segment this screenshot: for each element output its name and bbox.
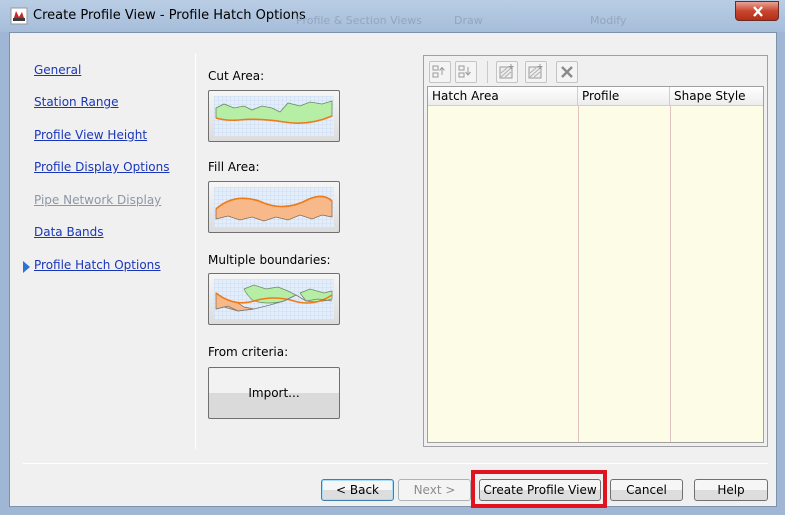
nav-profile-view-height[interactable]: Profile View Height	[34, 128, 147, 142]
cut-area-label: Cut Area:	[208, 69, 265, 83]
dialog-body: General Station Range Profile View Heigh…	[9, 32, 777, 508]
cancel-button[interactable]: Cancel	[610, 479, 683, 501]
close-button[interactable]	[735, 1, 779, 21]
fill-area-button[interactable]	[208, 181, 340, 233]
bg-menu-item: Draw	[454, 14, 483, 27]
fill-area-preview-icon	[214, 187, 334, 227]
nav-profile-display-options[interactable]: Profile Display Options	[34, 160, 169, 174]
delete-hatch-button[interactable]	[556, 61, 578, 83]
cut-area-preview-icon	[214, 96, 334, 136]
nav-station-range[interactable]: Station Range	[34, 95, 119, 109]
fill-area-label: Fill Area:	[208, 160, 260, 174]
column-header-hatch-area[interactable]: Hatch Area	[428, 87, 578, 106]
footer-divider	[23, 463, 768, 464]
from-criteria-label: From criteria:	[208, 345, 289, 359]
create-profile-view-button[interactable]: Create Profile View	[479, 479, 601, 501]
column-header-profile[interactable]: Profile	[578, 87, 670, 106]
help-button[interactable]: Help	[694, 479, 768, 501]
close-icon	[753, 6, 763, 17]
add-hatch-icon	[499, 64, 514, 79]
copy-hatch-button[interactable]	[525, 61, 547, 83]
back-button[interactable]: < Back	[321, 479, 394, 501]
hatch-table-panel: Hatch Area Profile Shape Style	[423, 55, 768, 447]
multiple-boundaries-label: Multiple boundaries:	[208, 253, 331, 267]
multiple-boundaries-preview-icon	[214, 279, 334, 319]
civil3d-app-icon	[10, 7, 28, 25]
next-button: Next >	[398, 479, 471, 501]
column-divider	[578, 106, 579, 442]
copy-hatch-icon	[528, 64, 543, 79]
window-title: Create Profile View - Profile Hatch Opti…	[33, 8, 306, 23]
bg-menu-item: Modify	[590, 14, 627, 27]
import-button[interactable]: Import...	[208, 367, 340, 419]
nav-profile-hatch-options[interactable]: Profile Hatch Options	[34, 258, 161, 272]
nav-data-bands[interactable]: Data Bands	[34, 225, 104, 239]
move-up-icon	[432, 65, 445, 78]
nav-pipe-network-display: Pipe Network Display	[34, 193, 162, 207]
nav-divider	[195, 53, 196, 449]
cut-area-button[interactable]	[208, 90, 340, 142]
column-header-shape-style[interactable]: Shape Style	[670, 87, 763, 106]
column-divider	[670, 106, 671, 442]
hatch-table[interactable]: Hatch Area Profile Shape Style	[427, 86, 764, 443]
dialog-window: Create Profile View - Profile Hatch Opti…	[0, 0, 785, 515]
title-bar[interactable]: Create Profile View - Profile Hatch Opti…	[0, 0, 785, 32]
add-hatch-button[interactable]	[496, 61, 518, 83]
table-header: Hatch Area Profile Shape Style	[428, 87, 763, 106]
move-down-icon	[458, 65, 471, 78]
move-down-button[interactable]	[455, 61, 477, 83]
move-up-button[interactable]	[429, 61, 451, 83]
current-page-arrow-icon	[23, 261, 30, 273]
nav-general[interactable]: General	[34, 63, 81, 77]
delete-icon	[561, 66, 573, 78]
bg-menu-item: Profile & Section Views	[296, 14, 422, 27]
multiple-boundaries-button[interactable]	[208, 273, 340, 325]
toolbar-divider	[487, 61, 488, 83]
